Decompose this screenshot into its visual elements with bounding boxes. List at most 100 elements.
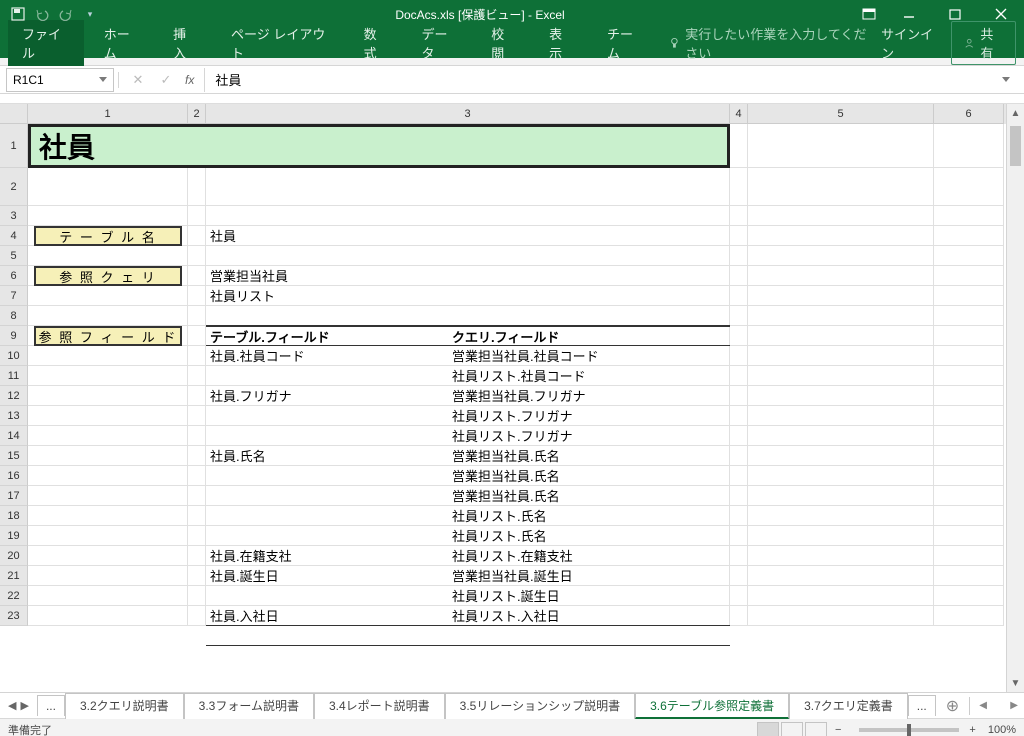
cell-value[interactable]: 営業担当社員 (210, 266, 288, 285)
sheet-tab[interactable]: 3.5リレーションシップ説明書 (445, 693, 635, 719)
row-header[interactable]: 2 (0, 168, 28, 206)
cell-query-field[interactable]: 営業担当社員.フリガナ (452, 386, 586, 405)
row-header[interactable]: 8 (0, 306, 28, 326)
col-header[interactable]: 6 (934, 104, 1004, 124)
ribbon-tab-view[interactable]: 表示 (535, 20, 587, 66)
title-cell[interactable]: 社員 (28, 124, 730, 168)
view-pagelayout-icon[interactable] (781, 722, 803, 736)
row-header[interactable]: 20 (0, 546, 28, 566)
ribbon-tab-home[interactable]: ホーム (90, 20, 153, 66)
ribbon-tab-file[interactable]: ファイル (8, 20, 84, 66)
row-header[interactable]: 13 (0, 406, 28, 426)
row-header[interactable]: 16 (0, 466, 28, 486)
sheet-tab[interactable]: 3.7クエリ定義書 (789, 693, 908, 719)
row-header[interactable]: 19 (0, 526, 28, 546)
cell-query-field[interactable]: 社員リスト.誕生日 (452, 586, 560, 605)
col-header[interactable]: 3 (206, 104, 730, 124)
cancel-icon[interactable]: ✕ (129, 72, 147, 88)
spreadsheet-grid[interactable]: 1 2 3 4 5 6 7 8 9 10 11 12 13 14 15 16 1… (0, 104, 1024, 692)
cell-query-field[interactable]: 営業担当社員.氏名 (452, 446, 560, 465)
sheet-tab[interactable]: 3.4レポート説明書 (314, 693, 445, 719)
view-normal-icon[interactable] (757, 722, 779, 736)
col-header[interactable]: 5 (748, 104, 934, 124)
row-header[interactable]: 21 (0, 566, 28, 586)
ribbon-tab-review[interactable]: 校閲 (477, 20, 529, 66)
cell-query-field[interactable]: 社員リスト.社員コード (452, 366, 586, 385)
label-ref-query[interactable]: 参 照 ク ェ リ (34, 266, 182, 286)
cell-table-field[interactable]: 社員.社員コード (210, 346, 305, 365)
sheet-tab[interactable]: 3.3フォーム説明書 (184, 693, 314, 719)
cell-query-field[interactable]: 社員リスト.在籍支社 (452, 546, 573, 565)
fx-icon[interactable]: fx (185, 73, 194, 87)
save-icon[interactable] (10, 6, 26, 22)
row-header[interactable]: 14 (0, 426, 28, 446)
cell-table-field[interactable]: 社員.氏名 (210, 446, 266, 465)
cell-query-field[interactable]: 営業担当社員.氏名 (452, 466, 560, 485)
zoom-in-icon[interactable]: + (969, 724, 975, 736)
cell-query-field[interactable]: 社員リスト.氏名 (452, 506, 547, 525)
scroll-down-icon[interactable]: ▼ (1007, 674, 1024, 692)
zoom-out-icon[interactable]: − (835, 724, 841, 736)
ribbon-tab-team[interactable]: チーム (593, 20, 656, 66)
column-header-table-field[interactable]: テーブル.フィールド (210, 327, 330, 346)
cell-table-field[interactable]: 社員.フリガナ (210, 386, 292, 405)
view-pagebreak-icon[interactable] (805, 722, 827, 736)
sheet-tab-ellipsis[interactable]: ... (37, 695, 65, 716)
cell-query-field[interactable]: 社員リスト.氏名 (452, 526, 547, 545)
hscroll-right-icon[interactable]: ▶ (1010, 700, 1018, 711)
tab-nav-prev-icon[interactable]: ▶ (20, 699, 28, 712)
ribbon-tab-data[interactable]: データ (407, 20, 471, 66)
row-header[interactable]: 23 (0, 606, 28, 626)
cell-query-field[interactable]: 社員リスト.フリガナ (452, 426, 573, 445)
zoom-slider[interactable] (859, 728, 959, 732)
cell-table-field[interactable]: 社員.在籍支社 (210, 546, 292, 565)
label-table-name[interactable]: テ ー ブ ル 名 (34, 226, 182, 246)
cell-value[interactable]: 社員リスト (210, 286, 275, 305)
hscroll-left-icon[interactable]: ◀ (979, 700, 987, 711)
row-header[interactable]: 5 (0, 246, 28, 266)
column-header-query-field[interactable]: クエリ.フィールド (452, 327, 559, 346)
row-header[interactable]: 9 (0, 326, 28, 346)
row-header[interactable]: 7 (0, 286, 28, 306)
name-box[interactable]: R1C1 (6, 68, 114, 92)
col-header[interactable]: 1 (28, 104, 188, 124)
scroll-thumb[interactable] (1010, 126, 1021, 166)
col-header[interactable]: 2 (188, 104, 206, 124)
row-header[interactable]: 15 (0, 446, 28, 466)
redo-icon[interactable] (58, 6, 74, 22)
row-header[interactable]: 11 (0, 366, 28, 386)
tab-nav-first-icon[interactable]: ◀ (8, 699, 16, 712)
formula-input[interactable]: 社員 (204, 68, 1024, 92)
label-ref-field[interactable]: 参 照 フ ィ ー ル ド (34, 326, 182, 346)
row-header[interactable]: 1 (0, 124, 28, 168)
enter-icon[interactable]: ✓ (157, 72, 175, 88)
cell-query-field[interactable]: 営業担当社員.誕生日 (452, 566, 573, 585)
cell-query-field[interactable]: 社員リスト.フリガナ (452, 406, 573, 425)
zoom-level[interactable]: 100% (988, 724, 1016, 736)
sign-in-link[interactable]: サインイン (881, 24, 939, 62)
row-header[interactable]: 10 (0, 346, 28, 366)
ribbon-tab-formulas[interactable]: 数式 (350, 20, 402, 66)
cell-query-field[interactable]: 社員リスト.入社日 (452, 606, 560, 625)
share-button[interactable]: 共有 (951, 21, 1016, 65)
row-header[interactable]: 18 (0, 506, 28, 526)
cell-value[interactable]: 社員 (210, 226, 236, 245)
sheet-tab-ellipsis-right[interactable]: ... (908, 695, 936, 716)
add-sheet-icon[interactable]: ⊕ (936, 696, 969, 716)
cell-query-field[interactable]: 営業担当社員.社員コード (452, 346, 599, 365)
undo-icon[interactable] (34, 6, 50, 22)
row-header[interactable]: 4 (0, 226, 28, 246)
row-header[interactable]: 3 (0, 206, 28, 226)
vertical-scrollbar[interactable]: ▲ ▼ (1006, 104, 1024, 692)
cell-query-field[interactable]: 営業担当社員.氏名 (452, 486, 560, 505)
tell-me[interactable]: 実行したい作業を入力してください (668, 24, 875, 62)
row-header[interactable]: 22 (0, 586, 28, 606)
ribbon-tab-pagelayout[interactable]: ページ レイアウト (217, 20, 344, 66)
row-header[interactable]: 12 (0, 386, 28, 406)
ribbon-tab-insert[interactable]: 挿入 (159, 20, 211, 66)
qat-dropdown-icon[interactable]: ▾ (82, 6, 98, 22)
cell-table-field[interactable]: 社員.誕生日 (210, 566, 279, 585)
scroll-up-icon[interactable]: ▲ (1007, 104, 1024, 122)
sheet-tab[interactable]: 3.6テーブル参照定義書 (635, 693, 789, 719)
row-header[interactable]: 17 (0, 486, 28, 506)
